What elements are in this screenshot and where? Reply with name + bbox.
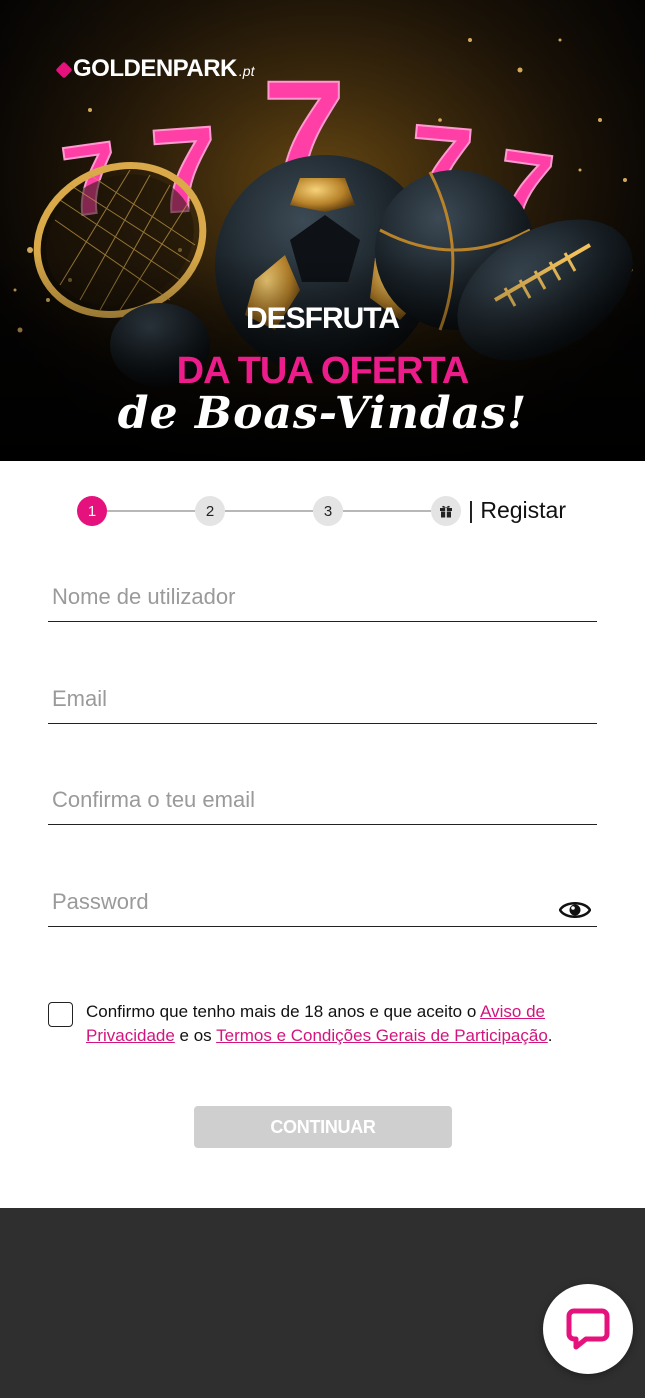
age-terms-checkbox[interactable] — [48, 1002, 73, 1027]
step-connector — [225, 510, 313, 512]
step-2: 2 — [195, 496, 225, 526]
step-1: 1 — [77, 496, 107, 526]
hero-banner: 7 7 7 7 7 — [0, 0, 645, 461]
username-input[interactable] — [48, 574, 597, 620]
live-chat-button[interactable] — [543, 1284, 633, 1374]
confirm-email-field — [48, 777, 597, 825]
email-field — [48, 676, 597, 724]
step-connector — [107, 510, 195, 512]
continue-button[interactable]: CONTINUAR — [194, 1106, 452, 1148]
consent-text: Confirmo que tenho mais de 18 anos e que… — [86, 1000, 556, 1048]
step-3: 3 — [313, 496, 343, 526]
chat-bubble-icon — [566, 1308, 610, 1350]
gift-icon — [440, 505, 452, 518]
logo-mark-icon — [55, 61, 73, 79]
brand-logo[interactable]: GOLDENPARK .pt — [55, 55, 255, 83]
logo-text: GOLDENPARK — [73, 55, 237, 82]
password-input[interactable] — [48, 879, 548, 925]
consent-text-before: Confirmo que tenho mais de 18 anos e que… — [86, 1002, 481, 1021]
step-gift — [431, 496, 461, 526]
consent-text-after: . — [547, 1026, 553, 1045]
email-input[interactable] — [48, 676, 597, 722]
hero-headline-3: de Boas-Vindas! — [117, 388, 528, 439]
footer — [0, 1208, 645, 1398]
registration-stepper: 1 2 3 | Registar — [77, 495, 577, 527]
consent-text-middle: e os — [174, 1026, 217, 1045]
hero-headline-2: DA TUA OFERTA — [176, 350, 470, 392]
step-connector — [343, 510, 431, 512]
confirm-email-input[interactable] — [48, 777, 597, 823]
eye-icon[interactable] — [559, 899, 591, 921]
username-field — [48, 574, 597, 622]
terms-conditions-link[interactable]: Termos e Condições Gerais de Participaçã… — [216, 1026, 548, 1045]
stepper-label: | Registar — [468, 497, 567, 523]
password-field — [48, 879, 597, 927]
logo-suffix: .pt — [238, 63, 255, 79]
hero-headline-1: DESFRUTA — [245, 302, 400, 335]
